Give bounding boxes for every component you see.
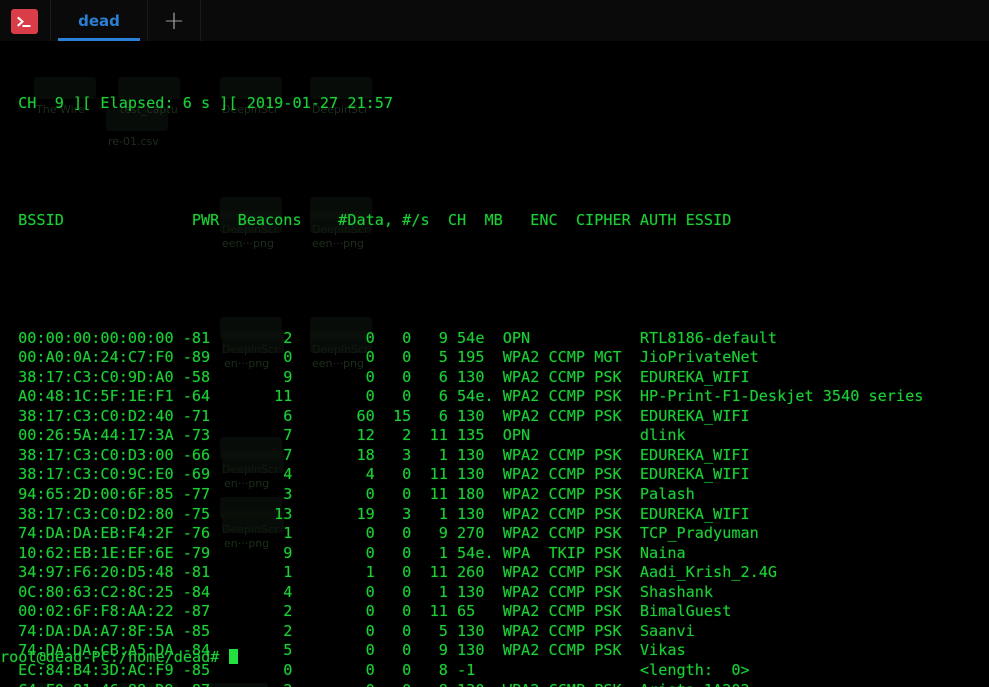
- table-row: 94:65:2D:00:6F:85 -77 3 0 0 11 180 WPA2 …: [9, 485, 695, 504]
- shell-prompt-line[interactable]: root@dead-PC:/home/dead#: [0, 648, 238, 668]
- table-row: 10:62:EB:1E:EF:6E -79 9 0 0 1 54e. WPA T…: [9, 543, 686, 562]
- table-row: 00:26:5A:44:17:3A -73 7 12 2 11 135 OPN …: [9, 426, 686, 445]
- terminal-output: CH 9 ][ Elapsed: 6 s ][ 2019-01-27 21:57…: [0, 41, 989, 687]
- table-rows: 00:00:00:00:00:00 -81 2 0 0 9 54e OPN RT…: [9, 329, 989, 687]
- tab-dead[interactable]: dead: [50, 0, 148, 41]
- prompt-text: root@dead-PC:/home/dead#: [0, 648, 220, 667]
- text-cursor: [228, 649, 238, 665]
- table-row: 38:17:C3:C0:D2:80 -75 13 19 3 1 130 WPA2…: [9, 504, 750, 523]
- table-row: 00:02:6F:F8:AA:22 -87 2 0 0 11 65 WPA2 C…: [9, 602, 732, 621]
- table-row: 38:17:C3:C0:9D:A0 -58 9 0 0 6 130 WPA2 C…: [9, 367, 750, 386]
- table-header-line: BSSID PWR Beacons #Data, #/s CH MB ENC C…: [9, 211, 732, 230]
- terminal-body[interactable]: re-01.csv The Wire test_captu DeepinScr Deep…: [0, 41, 989, 687]
- plus-icon: +: [163, 5, 185, 36]
- table-row: C4:F0:81:46:88:D9 -87 2 0 0 8 130 WPA2 C…: [9, 681, 989, 687]
- tab-label: dead: [78, 11, 120, 30]
- table-row: 00:00:00:00:00:00 -81 2 0 0 9 54e OPN RT…: [9, 328, 778, 347]
- table-row: 34:97:F6:20:D5:48 -81 1 1 0 11 260 WPA2 …: [9, 563, 778, 582]
- terminal-icon: [11, 9, 38, 34]
- terminal-window: dead + re-01.csv The Wire test_captu Deepin…: [0, 0, 989, 687]
- table-row: 38:17:C3:C0:9C:E0 -69 4 4 0 11 130 WPA2 …: [9, 465, 750, 484]
- new-tab-button[interactable]: +: [148, 0, 201, 41]
- table-row: 38:17:C3:C0:D3:00 -66 7 18 3 1 130 WPA2 …: [9, 445, 750, 464]
- title-bar: dead +: [0, 0, 989, 41]
- airodump-status-line: CH 9 ][ Elapsed: 6 s ][ 2019-01-27 21:57: [9, 94, 394, 113]
- table-row: 00:A0:0A:24:C7:F0 -89 0 0 0 5 195 WPA2 C…: [9, 348, 759, 367]
- table-row: A0:48:1C:5F:1E:F1 -64 11 0 0 6 54e. WPA2…: [9, 387, 924, 406]
- table-row: 38:17:C3:C0:D2:40 -71 6 60 15 6 130 WPA2…: [9, 406, 750, 425]
- table-row: 74:DA:DA:EB:F4:2F -76 1 0 0 9 270 WPA2 C…: [9, 524, 759, 543]
- table-row: 74:DA:DA:A7:8F:5A -85 2 0 0 5 130 WPA2 C…: [9, 621, 695, 640]
- table-row: 0C:80:63:C2:8C:25 -84 4 0 0 1 130 WPA2 C…: [9, 582, 714, 601]
